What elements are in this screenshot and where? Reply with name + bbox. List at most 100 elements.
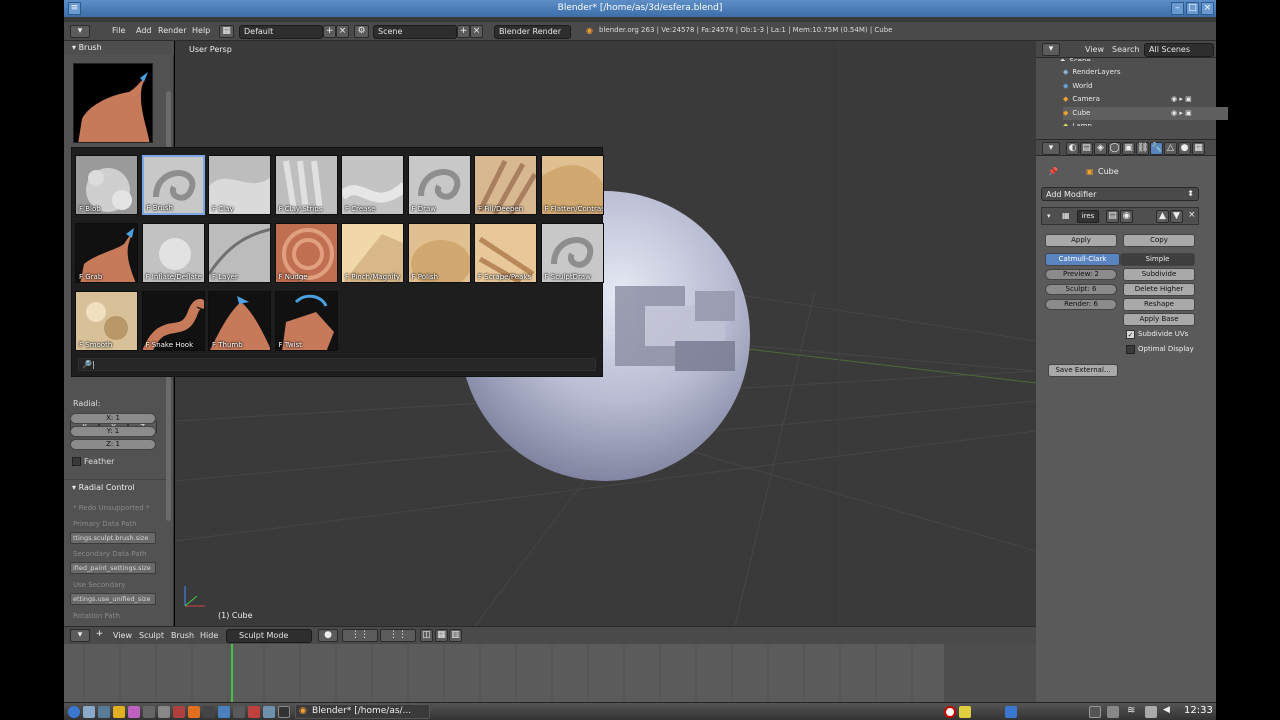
brush-fill-deepen[interactable]: F Fill/Deepen [474,155,537,215]
close-button[interactable]: × [1201,2,1214,15]
primary-path-field[interactable]: ttings.sculpt.brush.size [70,532,156,544]
outliner-item-lamp[interactable]: ◆ Lamp [1063,120,1228,126]
menu-view[interactable]: View [113,631,132,640]
copy-button[interactable]: Copy [1123,234,1195,247]
brush-nudge[interactable]: F Nudge [274,223,338,283]
outliner-item-cube[interactable]: ◆ Cube ◉ ▸ ▣ [1063,107,1228,120]
modifier-name-field[interactable]: ires [1077,210,1099,223]
menu-sculpt[interactable]: Sculpt [139,631,164,640]
collapse-arrow-icon[interactable]: ▾ [1047,212,1051,220]
use-secondary-field[interactable]: ettings.use_unified_size [70,593,156,605]
scene-add-button[interactable]: + [457,25,470,38]
render-opengl-icon[interactable]: ▥ [449,629,462,642]
editor-icon[interactable] [158,706,170,718]
clipboard-icon[interactable] [1107,706,1119,718]
radial-x-field[interactable]: X: 1 [70,413,156,424]
display-icon[interactable] [1089,706,1101,718]
modifiers-tab-icon[interactable]: 🔧 [1150,142,1163,155]
render-engine-select[interactable]: Blender Render [494,25,571,39]
sculpt-levels-field[interactable]: Sculpt: 6 [1045,284,1117,295]
brush-smooth[interactable]: F Smooth [75,291,138,351]
brush-brush[interactable]: F Brush [141,155,205,215]
render-tab-icon[interactable]: ◐ [1066,142,1079,155]
start-menu-icon[interactable] [68,706,80,718]
brush-thumb[interactable]: F Thumb [208,291,271,351]
save-external-button[interactable]: Save External... [1048,364,1118,377]
wifi-icon[interactable]: ≋ [1127,705,1135,716]
menu-hide[interactable]: Hide [200,631,218,640]
visibility-toggles-icon[interactable]: ◉ ▸ ▣ [1171,107,1192,120]
menu-render[interactable]: Render [158,26,186,35]
app-icon-a[interactable] [173,706,185,718]
brush-scrape-peaks[interactable]: F Scrape/Peaks [474,223,537,283]
apply-base-button[interactable]: Apply Base [1123,313,1195,326]
optimal-display-checkbox[interactable] [1126,345,1135,354]
settings-icon[interactable] [143,706,155,718]
layers-grid-a[interactable]: ⋮⋮ [342,629,378,642]
layers-grid-b[interactable]: ⋮⋮ [380,629,416,642]
task-blender[interactable]: ◉ Blender* [/home/as/... [295,704,430,719]
brush-blob[interactable]: F Blob [75,155,138,215]
viewport-shading-select[interactable]: ● [318,629,338,642]
render-preview-icon[interactable]: ▦ [435,629,448,642]
chrome-icon[interactable] [113,706,125,718]
texture-tab-icon[interactable]: ▦ [1192,142,1205,155]
outliner-menu-search[interactable]: Search [1112,45,1139,54]
brush-panel-header[interactable]: ▾ Brush [64,41,174,55]
simple-button[interactable]: Simple [1120,253,1195,266]
pause-icon[interactable] [959,706,971,718]
outliner-item-camera[interactable]: ◆ Camera ◉ ▸ ▣ [1063,93,1228,106]
outliner-item-renderlayers[interactable]: ◆ RenderLayers [1063,66,1228,79]
media-icon[interactable] [128,706,140,718]
outliner-item-world[interactable]: ◆ World [1063,80,1228,93]
menu-help[interactable]: Help [192,26,210,35]
camera-lock-icon[interactable]: ◫ [420,629,433,642]
browser-icon[interactable] [98,706,110,718]
brush-pinch-magnify[interactable]: F Pinch/Magnify [341,223,404,283]
layout-icon[interactable]: ▦ [219,25,234,38]
catmull-clark-button[interactable]: Catmull-Clark [1045,253,1120,266]
app-icon-g[interactable] [263,706,275,718]
record-icon[interactable] [944,706,956,718]
scene-tab-icon[interactable]: ◈ [1094,142,1107,155]
outliner-item-scene[interactable]: ◆ Scene [1060,55,1225,61]
app-icon-f[interactable] [248,706,260,718]
brush-polish[interactable]: F Polish [407,223,471,283]
brush-crease[interactable]: F Crease [341,155,404,215]
brush-grab[interactable]: F Grab [75,223,138,283]
delete-higher-button[interactable]: Delete Higher [1123,283,1195,296]
properties-editor-type[interactable]: ▾ [1042,142,1060,155]
constraints-tab-icon[interactable]: ⛓ [1136,142,1149,155]
move-down-icon[interactable]: ▼ [1170,210,1183,223]
move-up-icon[interactable]: ▲ [1156,210,1169,223]
radial-z-field[interactable]: Z: 1 [70,439,156,450]
layout-remove-button[interactable]: × [336,25,349,38]
app-icon-b[interactable] [188,706,200,718]
maximize-button[interactable]: □ [1186,2,1199,15]
data-tab-icon[interactable]: △ [1164,142,1177,155]
add-modifier-select[interactable]: Add Modifier ⬍ [1041,187,1199,201]
render-levels-field[interactable]: Render: 6 [1045,299,1117,310]
app-icon-d[interactable] [218,706,230,718]
brush-search-input[interactable]: 🔎| [78,358,596,371]
radial-y-field[interactable]: Y: 1 [70,426,156,437]
app-icon-e[interactable] [233,706,245,718]
menu-add[interactable]: Add [136,26,152,35]
remove-modifier-icon[interactable]: × [1188,210,1196,220]
terminal-icon[interactable] [278,706,290,718]
scene-icon[interactable]: ⚙ [354,25,369,38]
brush-layer[interactable]: F Layer [208,223,271,283]
outliner-menu-view[interactable]: View [1085,45,1104,54]
workspace-icon[interactable] [1005,706,1017,718]
layers-tab-icon[interactable]: ▤ [1080,142,1093,155]
material-tab-icon[interactable]: ● [1178,142,1191,155]
view3d-editor-type[interactable]: ▾ [70,629,90,642]
brush-clay[interactable]: F Clay [208,155,271,215]
minimize-button[interactable]: – [1171,2,1184,15]
brush-flatten-contrast[interactable]: F Flatten/Contrast [540,155,604,215]
menu-file[interactable]: File [112,26,125,35]
feather-checkbox[interactable] [72,457,81,466]
volume-icon[interactable]: ◀ [1163,705,1170,715]
mode-select[interactable]: Sculpt Mode [226,629,312,643]
radial-control-header[interactable]: ▾ Radial Control [64,479,174,493]
